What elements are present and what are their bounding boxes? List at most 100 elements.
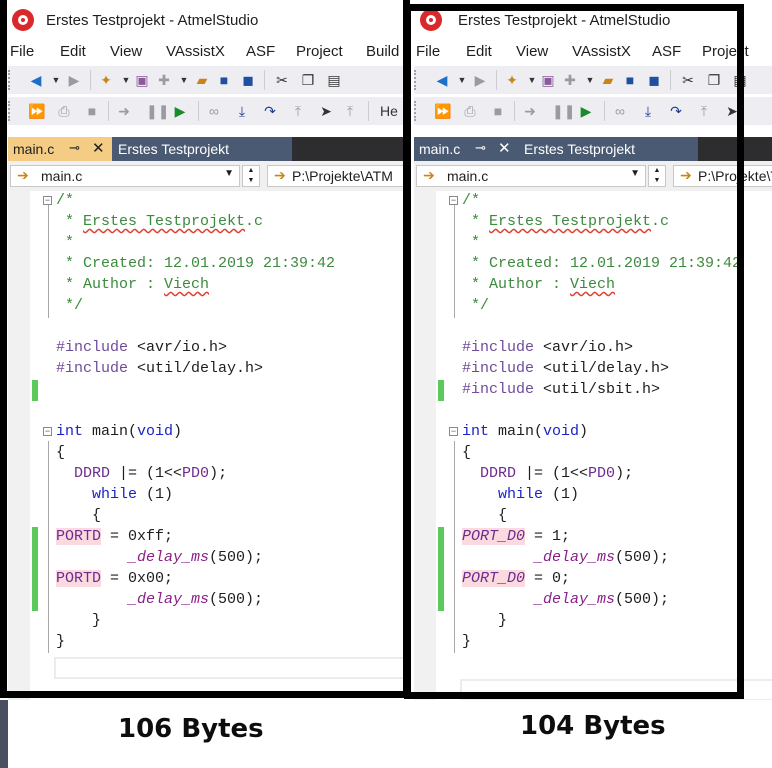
tab-main-c[interactable]: main.c ⊸ ✕	[414, 137, 518, 161]
tab-erstes-testprojekt[interactable]: Erstes Testprojekt	[112, 137, 292, 161]
step-into-icon[interactable]: ⤓	[640, 103, 656, 119]
run-to-cursor-icon[interactable]: ➤	[724, 103, 740, 119]
menu-bar: File Edit View VAssistX ASF Project	[406, 40, 772, 66]
navigation-bar: ➔ main.c ▼ ▲▼ ➔ P:\Projekte\Te	[414, 161, 772, 192]
step-into-icon[interactable]: ⤓	[234, 103, 250, 119]
start-debugging-icon[interactable]: ▶	[578, 103, 594, 119]
code-line: _delay_ms(500);	[414, 590, 772, 611]
menu-file[interactable]: File	[10, 43, 34, 60]
inline-input-box[interactable]	[460, 679, 772, 700]
save-icon[interactable]: ■	[216, 72, 232, 88]
toolbar-grip[interactable]	[8, 101, 14, 121]
menu-project[interactable]: Project	[296, 43, 343, 60]
start-without-debugging-icon[interactable]: ⏩	[28, 103, 45, 119]
start-without-debugging-icon[interactable]: ⏩	[434, 103, 451, 119]
add-item-icon[interactable]: ▣	[134, 72, 150, 88]
menu-view[interactable]: View	[110, 43, 142, 60]
dropdown-icon[interactable]: ▼	[48, 72, 64, 88]
quick-watch-icon[interactable]: ∞	[612, 103, 628, 119]
menu-edit[interactable]: Edit	[60, 43, 86, 60]
tab-erstes-testprojekt[interactable]: Erstes Testprojekt	[518, 137, 698, 161]
close-icon[interactable]: ✕	[92, 139, 105, 157]
step-over-icon[interactable]: ↷	[262, 103, 278, 119]
collapse-icon[interactable]: −	[43, 196, 52, 205]
path-combo[interactable]: ➔ P:\Projekte\Te	[673, 165, 772, 187]
pin-icon[interactable]: ⊸	[69, 140, 80, 156]
start-debugging-icon[interactable]: ▶	[172, 103, 188, 119]
pin-icon[interactable]: ⊸	[475, 140, 486, 156]
add-file-icon[interactable]: ✚	[156, 72, 172, 88]
standard-toolbar: ◀ ▼ ▶ ✦ ▼ ▣ ✚ ▼ ▰ ■ ◼ ✂ ❐ ▤	[8, 66, 406, 94]
dropdown-icon[interactable]: ▼	[118, 72, 134, 88]
file-combo[interactable]: ➔ main.c ▼	[416, 165, 646, 187]
save-icon[interactable]: ■	[622, 72, 638, 88]
new-project-icon[interactable]: ✦	[98, 72, 114, 88]
forward-icon[interactable]: ▶	[66, 72, 82, 88]
step-over-icon[interactable]: ↷	[668, 103, 684, 119]
menu-vassistx[interactable]: VAssistX	[166, 43, 225, 60]
menu-view[interactable]: View	[516, 43, 548, 60]
copy-icon[interactable]: ❐	[300, 72, 316, 88]
menu-vassistx[interactable]: VAssistX	[572, 43, 631, 60]
tab-main-c[interactable]: main.c ⊸ ✕	[8, 137, 112, 161]
dropdown-icon[interactable]: ▼	[524, 72, 540, 88]
step-out-icon[interactable]: ⤒	[696, 103, 712, 119]
quick-watch-icon[interactable]: ∞	[206, 103, 222, 119]
dropdown-icon[interactable]: ▼	[582, 72, 598, 88]
menu-project[interactable]: Project	[702, 43, 749, 60]
show-next-statement-icon[interactable]: ➜	[116, 103, 132, 119]
code-editor[interactable]: −/* * Erstes Testprojekt.c * * Created: …	[8, 191, 406, 700]
collapse-icon[interactable]: −	[449, 196, 458, 205]
open-folder-icon[interactable]: ▰	[194, 72, 210, 88]
caption-left: 106 Bytes	[118, 714, 264, 744]
collapse-icon[interactable]: −	[449, 427, 458, 436]
step-out-icon[interactable]: ⤒	[290, 103, 306, 119]
inline-input-box[interactable]	[54, 657, 406, 679]
save-all-icon[interactable]: ◼	[240, 72, 256, 88]
save-all-icon[interactable]: ◼	[646, 72, 662, 88]
reset-icon[interactable]: ⤒	[342, 103, 358, 119]
close-icon[interactable]: ✕	[498, 139, 511, 157]
code-editor[interactable]: −/* * Erstes Testprojekt.c * * Created: …	[414, 191, 772, 700]
scroll-spinner[interactable]: ▲ ▼	[648, 165, 666, 187]
menu-edit[interactable]: Edit	[466, 43, 492, 60]
stop-icon[interactable]: ■	[490, 103, 506, 119]
menu-asf[interactable]: ASF	[652, 43, 681, 60]
run-to-cursor-icon[interactable]: ➤	[318, 103, 334, 119]
copy-icon[interactable]: ❐	[706, 72, 722, 88]
toolbar-grip[interactable]	[414, 70, 420, 90]
dropdown-icon[interactable]: ▼	[176, 72, 192, 88]
add-file-icon[interactable]: ✚	[562, 72, 578, 88]
cut-icon[interactable]: ✂	[680, 72, 696, 88]
forward-icon[interactable]: ▶	[472, 72, 488, 88]
path-combo[interactable]: ➔ P:\Projekte\ATM	[267, 165, 406, 187]
paste-icon[interactable]: ▤	[732, 72, 748, 88]
back-icon[interactable]: ◀	[28, 72, 44, 88]
code-line: {	[56, 507, 102, 524]
pause-icon[interactable]: ❚❚	[146, 103, 169, 119]
toolbar-grip[interactable]	[414, 101, 420, 121]
device-programming-icon[interactable]: ⎙	[462, 103, 478, 119]
menu-file[interactable]: File	[416, 43, 440, 60]
device-programming-icon[interactable]: ⎙	[56, 103, 72, 119]
cut-icon[interactable]: ✂	[274, 72, 290, 88]
scroll-spinner[interactable]: ▲ ▼	[242, 165, 260, 187]
toolbar-grip[interactable]	[8, 70, 14, 90]
show-next-statement-icon[interactable]: ➜	[522, 103, 538, 119]
new-project-icon[interactable]: ✦	[504, 72, 520, 88]
add-item-icon[interactable]: ▣	[540, 72, 556, 88]
dropdown-icon[interactable]: ▼	[454, 72, 470, 88]
menu-build[interactable]: Build	[366, 43, 399, 60]
code-line: * Erstes Testprojekt.c	[56, 213, 264, 230]
open-folder-icon[interactable]: ▰	[600, 72, 616, 88]
file-combo-label: main.c	[41, 168, 83, 184]
back-icon[interactable]: ◀	[434, 72, 450, 88]
stop-icon[interactable]: ■	[84, 103, 100, 119]
pause-icon[interactable]: ❚❚	[552, 103, 575, 119]
change-marker	[438, 569, 444, 590]
file-combo[interactable]: ➔ main.c ▼	[10, 165, 240, 187]
toolbar-text[interactable]: He	[380, 103, 406, 119]
menu-asf[interactable]: ASF	[246, 43, 275, 60]
collapse-icon[interactable]: −	[43, 427, 52, 436]
paste-icon[interactable]: ▤	[326, 72, 342, 88]
